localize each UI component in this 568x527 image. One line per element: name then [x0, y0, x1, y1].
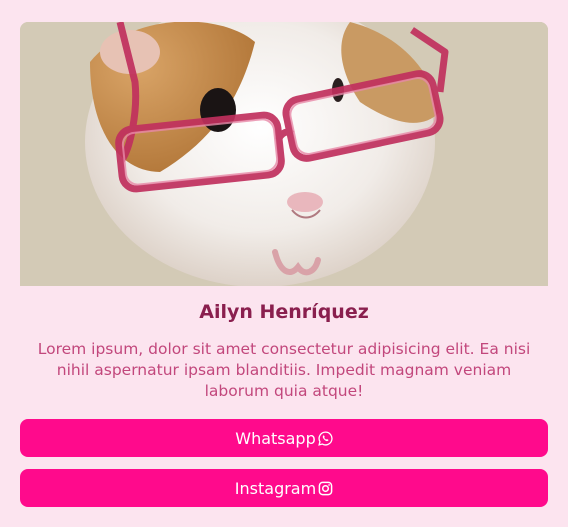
whatsapp-button-label: Whatsapp: [235, 428, 316, 448]
profile-bio: Lorem ipsum, dolor sit amet consectetur …: [37, 340, 531, 400]
profile-photo: [20, 22, 548, 286]
instagram-button[interactable]: Instagram: [20, 469, 548, 507]
whatsapp-button[interactable]: Whatsapp: [20, 419, 548, 457]
instagram-button-label: Instagram: [234, 478, 317, 498]
instagram-icon: [318, 481, 333, 496]
whatsapp-icon: [317, 430, 333, 446]
profile-card: Ailyn Henríquez Lorem ipsum, dolor sit a…: [0, 0, 568, 527]
profile-name: Ailyn Henríquez: [199, 301, 369, 323]
